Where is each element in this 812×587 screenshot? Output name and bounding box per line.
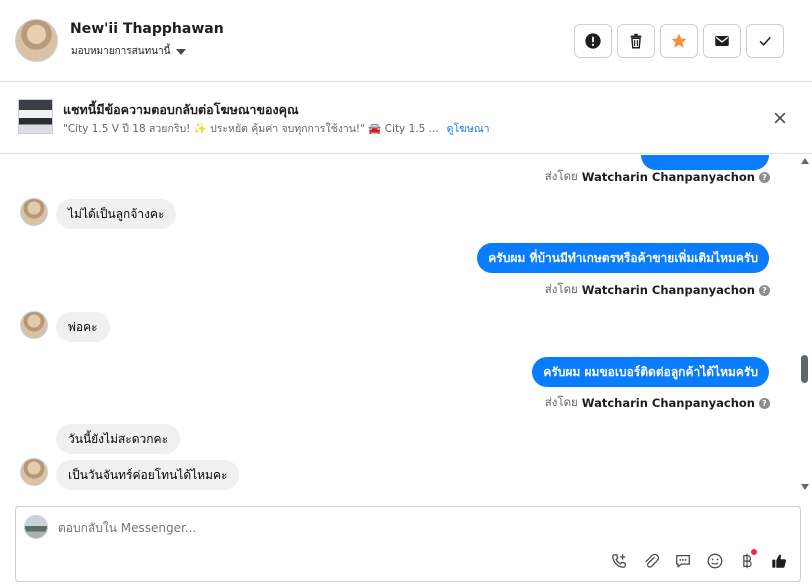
- contact-avatar-small[interactable]: [20, 198, 48, 226]
- paperclip-icon[interactable]: [640, 550, 662, 572]
- sent-by-line: ส่งโดย Watcharin Chanpanyachon ?: [545, 394, 770, 412]
- contact-avatar-small[interactable]: [20, 458, 48, 486]
- notification-dot: [751, 549, 757, 555]
- sender-name: Watcharin Chanpanyachon: [581, 283, 755, 297]
- phone-plus-icon[interactable]: [608, 550, 630, 572]
- reply-composer: [15, 506, 801, 582]
- message-bubble-incoming[interactable]: ไม่ได้เป็นลูกจ้างคะ: [56, 199, 177, 229]
- close-icon[interactable]: [770, 108, 790, 128]
- message-bubble-incoming[interactable]: พ่อคะ: [56, 312, 110, 342]
- delete-button[interactable]: [617, 24, 655, 58]
- mark-unread-button[interactable]: [703, 24, 741, 58]
- sent-by-label: ส่งโดย: [544, 282, 578, 296]
- info-icon[interactable]: ?: [759, 171, 770, 183]
- thread-scrollbar[interactable]: [797, 155, 812, 498]
- saved-reply-icon[interactable]: [672, 550, 694, 572]
- view-ad-link[interactable]: ดูโฆษณา: [447, 120, 490, 137]
- message-bubble-outgoing[interactable]: ครับผม ที่บ้านมีทำเกษตรหรือค้าขายเพิ่มเต…: [477, 243, 769, 273]
- message-bubble-outgoing[interactable]: ครับผม ผมขอเบอร์ติดต่อลูกค้าได้ไหมครับ: [532, 357, 769, 387]
- assign-conversation-dropdown[interactable]: มอบหมายการสนทนานี้: [71, 44, 187, 59]
- info-icon[interactable]: ?: [759, 284, 770, 296]
- ad-thumbnail: [18, 99, 53, 134]
- star-button[interactable]: [660, 24, 698, 58]
- trash-icon: [630, 33, 642, 49]
- scroll-down-arrow-icon[interactable]: [801, 484, 809, 490]
- reply-input[interactable]: [58, 521, 738, 535]
- baht-payment-icon[interactable]: [736, 549, 758, 572]
- sent-by-line: ส่งโดย Watcharin Chanpanyachon ?: [545, 168, 770, 186]
- scrollbar-thumb[interactable]: [801, 355, 808, 383]
- star-icon: [671, 33, 687, 48]
- ad-caption: "City 1.5 V ปี 18 สวยกริบ! ✨ ประหยัด คุ้…: [63, 123, 439, 135]
- conversation-header: New'ii Thapphawan มอบหมายการสนทนานี้: [0, 0, 812, 82]
- composer-toolbar: [608, 549, 790, 573]
- done-button[interactable]: [746, 24, 784, 58]
- assign-label: มอบหมายการสนทนานี้: [71, 46, 171, 57]
- sender-name: Watcharin Chanpanyachon: [581, 170, 755, 184]
- sender-name: Watcharin Chanpanyachon: [581, 396, 755, 410]
- contact-avatar-small[interactable]: [20, 311, 48, 339]
- contact-avatar[interactable]: [15, 19, 58, 62]
- ad-reply-banner: แชทนี้มีข้อความตอบกลับต่อโฆษณาของคุณ "Ci…: [0, 82, 812, 154]
- message-bubble-incoming[interactable]: เป็นวันจันทร์ค่อยโทนได้ไหมคะ: [56, 460, 240, 490]
- caret-down-icon: [176, 48, 187, 55]
- emoji-icon[interactable]: [704, 550, 726, 572]
- envelope-icon: [715, 36, 729, 46]
- sent-by-label: ส่งโดย: [544, 395, 578, 409]
- info-icon[interactable]: ?: [759, 397, 770, 409]
- scroll-up-arrow-icon[interactable]: [801, 158, 809, 164]
- sent-by-line: ส่งโดย Watcharin Chanpanyachon ?: [545, 281, 770, 299]
- thumbs-up-icon[interactable]: [768, 550, 790, 572]
- sent-by-label: ส่งโดย: [544, 169, 578, 183]
- contact-name[interactable]: New'ii Thapphawan: [70, 21, 224, 37]
- page-avatar: [24, 515, 48, 539]
- ad-banner-title: แชทนี้มีข้อความตอบกลับต่อโฆษณาของคุณ: [63, 102, 299, 117]
- alert-circle-icon: [585, 33, 601, 49]
- checkmark-icon: [759, 36, 771, 46]
- message-thread[interactable]: ส่งโดย Watcharin Chanpanyachon ? ไม่ได้เ…: [0, 155, 797, 498]
- spam-button[interactable]: [574, 24, 612, 58]
- message-bubble-incoming[interactable]: วันนี้ยังไม่สะดวกคะ: [56, 424, 181, 454]
- ad-banner-subtitle: "City 1.5 V ปี 18 สวยกริบ! ✨ ประหยัด คุ้…: [63, 120, 489, 137]
